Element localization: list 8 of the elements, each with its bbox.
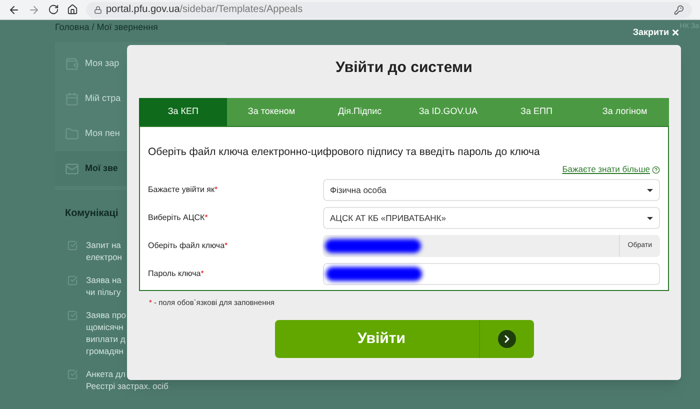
field-label: Оберіть файл ключа* xyxy=(148,240,229,252)
url-text: portal.pfu.gov.ua/sidebar/Templates/Appeals xyxy=(106,3,303,17)
dialog-title: Увійти до системи xyxy=(336,58,472,78)
field-label: Пароль ключа* xyxy=(148,268,205,280)
instruction-text: Оберіть файл ключа електронно-цифрового підпису та введіть пароль до ключа xyxy=(148,144,541,160)
field-label: Виберіть АЦСК* xyxy=(148,212,209,224)
section-title: Комунікаці xyxy=(64,207,118,221)
field-label: Бажаєте увійти як* xyxy=(148,184,219,196)
